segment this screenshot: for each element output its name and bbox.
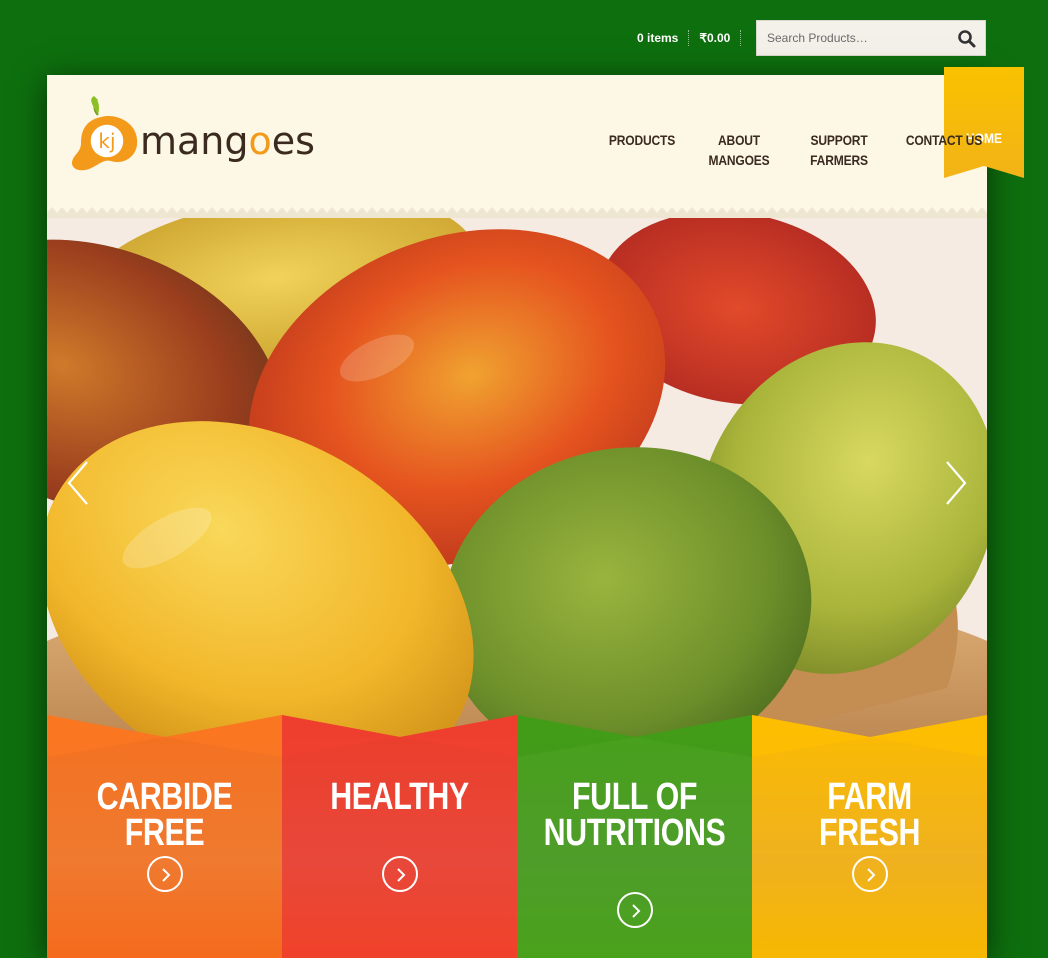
search-box [756,20,986,56]
cart-total[interactable]: ₹0.00 [689,30,740,46]
feature-title: FARM FRESH [818,776,921,854]
site-header: kj mangoes HOME PRODUCTS ABOUT MANGOES S… [47,67,1024,221]
chevron-right-circle-icon[interactable] [382,856,418,892]
main-panel: kj mangoes HOME PRODUCTS ABOUT MANGOES S… [47,67,1024,958]
feature-title: FULL OF NUTRITIONS [543,776,726,854]
feature-tiles: CARBIDE FREE HEALTHY FULL OF NUTRITIONS … [47,715,987,958]
nav-contact-us[interactable]: CONTACT US [897,130,992,150]
logo-initials: kj [98,129,115,153]
search-icon[interactable] [957,29,977,49]
feature-title: CARBIDE FREE [96,776,233,854]
logo-wordmark: mangoes [140,119,315,163]
feature-carbide-free[interactable]: CARBIDE FREE [47,715,282,958]
chevron-right-circle-icon[interactable] [852,856,888,892]
feature-title: HEALTHY [330,776,469,818]
nav-products[interactable]: PRODUCTS [599,130,685,150]
search-input[interactable] [757,21,947,55]
chevron-right-circle-icon[interactable] [147,856,183,892]
chevron-right-circle-icon[interactable] [617,892,653,928]
cart-summary: 0 items ₹0.00 [620,20,742,56]
slider-next-arrow[interactable] [941,458,971,508]
cart-divider [740,30,742,46]
mango-logo-icon: kj [67,95,142,175]
feature-healthy[interactable]: HEALTHY [282,715,517,958]
nav-home[interactable]: HOME [944,67,1024,178]
hero-slider [47,218,987,738]
slider-prev-arrow[interactable] [63,458,93,508]
nav-about-mangoes[interactable]: ABOUT MANGOES [696,130,782,170]
site-logo[interactable]: kj mangoes [67,95,337,175]
mangoes-hero-image [47,218,987,738]
feature-farm-fresh[interactable]: FARM FRESH [752,715,987,958]
cart-items-count[interactable]: 0 items [620,30,688,46]
feature-full-of-nutritions[interactable]: FULL OF NUTRITIONS [517,715,752,958]
nav-support-farmers[interactable]: SUPPORT FARMERS [796,130,882,170]
